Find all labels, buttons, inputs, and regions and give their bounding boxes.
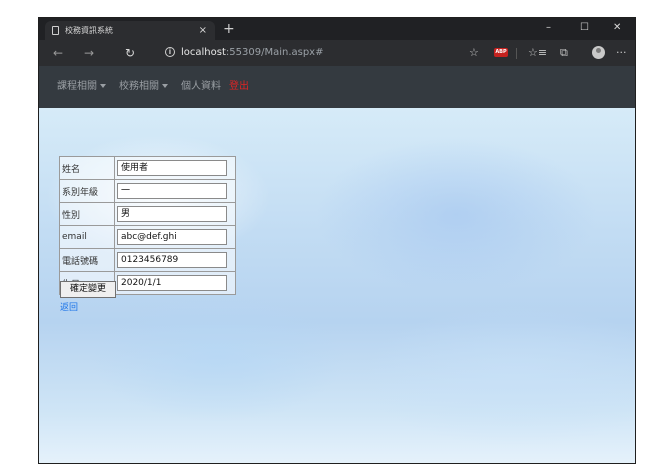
browser-window: 校務資訊系統 × + – ☐ ✕ ← → ↻ i localhost:55309…	[38, 17, 636, 464]
page-content: 姓名 使用者 系別年級 一 性別 男 email abc@def.ghi 電話號…	[39, 108, 635, 463]
menu-school-affairs-label: 校務相關	[119, 81, 159, 92]
url-host: localhost	[181, 47, 226, 58]
table-row: 電話號碼 0123456789	[59, 248, 236, 272]
table-row: email abc@def.ghi	[59, 225, 236, 249]
minimize-button[interactable]: –	[546, 20, 551, 36]
forward-button[interactable]: →	[84, 45, 94, 61]
site-navbar: 課程相關 校務相關 個人資料 登出	[39, 66, 635, 108]
adblock-icon[interactable]: ABP	[494, 48, 508, 57]
logout-link[interactable]: 登出	[229, 81, 249, 93]
table-row: 性別 男	[59, 202, 236, 226]
name-label: 姓名	[59, 156, 115, 180]
profile-avatar[interactable]	[592, 46, 605, 59]
site-info-icon[interactable]: i	[165, 47, 175, 57]
menu-courses[interactable]: 課程相關	[57, 81, 106, 93]
phone-label: 電話號碼	[59, 248, 115, 272]
email-label: email	[59, 225, 115, 249]
address-bar[interactable]: localhost:55309/Main.aspx#	[181, 47, 323, 59]
department-grade-field[interactable]: 一	[117, 183, 227, 199]
tab-close-icon[interactable]: ×	[199, 21, 207, 40]
new-tab-button[interactable]: +	[223, 20, 235, 38]
name-field[interactable]: 使用者	[117, 160, 227, 176]
toolbar-divider	[516, 48, 517, 59]
table-row: 系別年級 一	[59, 179, 236, 203]
phone-field[interactable]: 0123456789	[117, 252, 227, 268]
back-link[interactable]: 返回	[60, 300, 78, 313]
birthday-field[interactable]: 2020/1/1	[117, 275, 227, 291]
chevron-down-icon	[162, 84, 168, 88]
more-options-icon[interactable]: ···	[616, 46, 627, 60]
reload-button[interactable]: ↻	[125, 45, 135, 61]
menu-school-affairs[interactable]: 校務相關	[119, 81, 168, 93]
gender-field[interactable]: 男	[117, 206, 227, 222]
address-bar-row: ← → ↻ i localhost:55309/Main.aspx# ☆ ABP…	[39, 40, 635, 66]
tab-title: 校務資訊系統	[65, 26, 113, 35]
department-grade-label: 系別年級	[59, 179, 115, 203]
chevron-down-icon	[100, 84, 106, 88]
close-window-button[interactable]: ✕	[613, 20, 621, 36]
maximize-button[interactable]: ☐	[580, 20, 589, 36]
menu-personal-info[interactable]: 個人資料	[181, 81, 221, 93]
gender-label: 性別	[59, 202, 115, 226]
confirm-change-button[interactable]: 確定變更	[60, 281, 116, 298]
page-icon	[52, 26, 59, 35]
email-field[interactable]: abc@def.ghi	[117, 229, 227, 245]
title-bar: 校務資訊系統 × + – ☐ ✕	[39, 18, 635, 40]
back-button[interactable]: ←	[53, 45, 63, 61]
url-path: :55309/Main.aspx#	[225, 47, 324, 58]
favorites-list-icon[interactable]: ☆≡	[528, 46, 547, 60]
collections-icon[interactable]: ⧉	[560, 46, 568, 60]
favorite-star-icon[interactable]: ☆	[469, 46, 479, 60]
menu-courses-label: 課程相關	[57, 81, 97, 92]
table-row: 姓名 使用者	[59, 156, 236, 180]
browser-tab[interactable]: 校務資訊系統 ×	[45, 21, 215, 40]
profile-form-table: 姓名 使用者 系別年級 一 性別 男 email abc@def.ghi 電話號…	[59, 156, 236, 295]
